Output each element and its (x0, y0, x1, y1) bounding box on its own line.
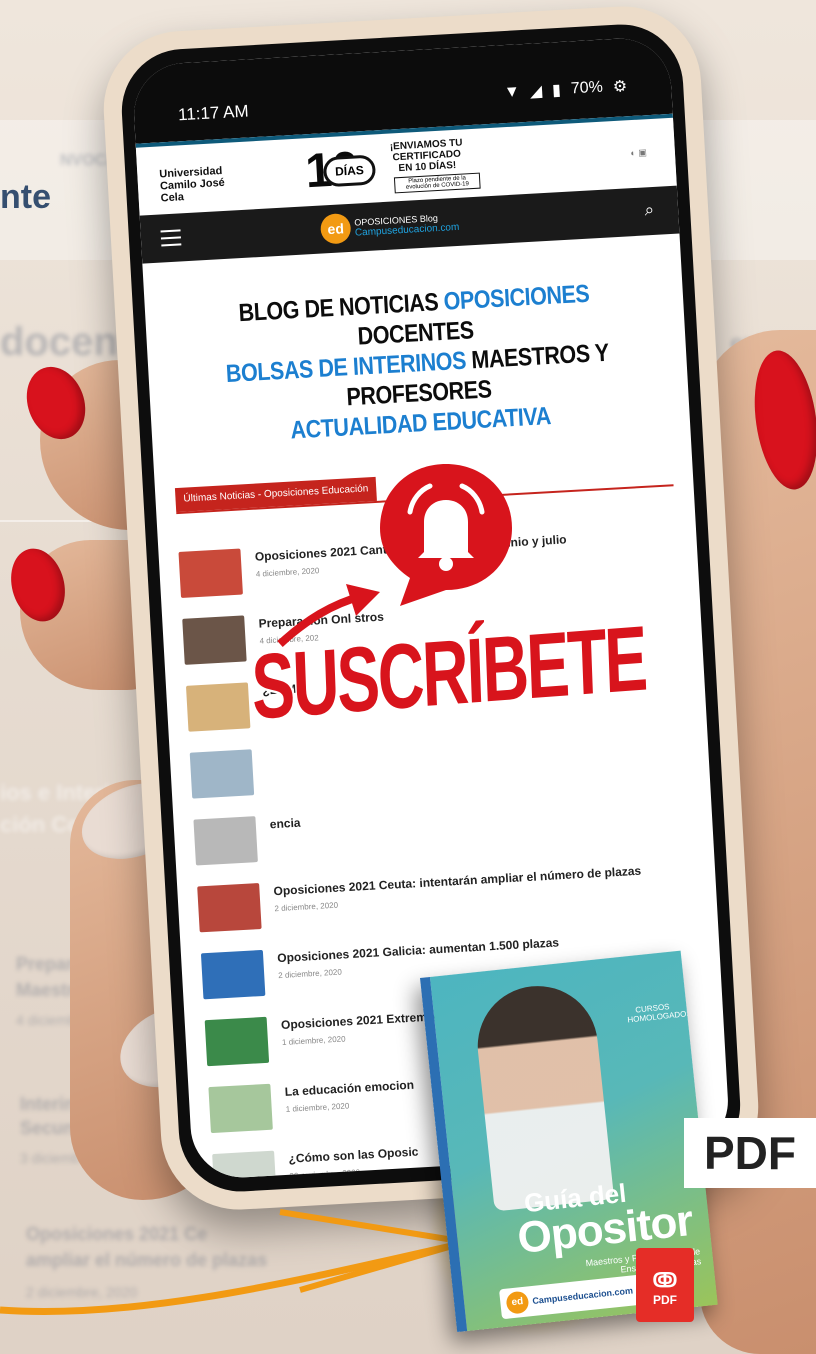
battery-level: 70% (570, 78, 604, 98)
background-text: Interin (20, 1094, 76, 1114)
post-title[interactable]: ¿Cómo son las Oposic (288, 1145, 419, 1166)
site-logo[interactable]: ed OPOSICIONES Blog Campuseducacion.com (319, 204, 460, 248)
menu-icon[interactable] (160, 229, 182, 247)
ced-logo-icon: ed (319, 212, 352, 245)
pdf-label: PDF (684, 1118, 816, 1188)
post-date: 2 diciembre, 2020 (278, 967, 343, 981)
post-thumbnail[interactable] (197, 883, 262, 933)
search-icon[interactable]: ⌕ (644, 200, 655, 221)
banner-note: Plazo pendiente de la evolución de COVID… (393, 172, 481, 194)
blog-headline: BLOG DE NOTICIAS OPOSICIONES DOCENTES BO… (199, 277, 635, 451)
acrobat-icon: ↂ (652, 1270, 678, 1292)
university-logo: Universidad Camilo José Cela (159, 164, 226, 205)
post-thumbnail[interactable] (212, 1150, 277, 1181)
post-thumbnail[interactable] (200, 949, 266, 1000)
section-label: Últimas Noticias - Oposiciones Educación (174, 476, 378, 513)
notification-bell-icon[interactable] (376, 460, 516, 610)
post-thumbnail[interactable] (193, 816, 258, 866)
dias-badge: DÍAS (322, 154, 377, 188)
pdf-icon-label: PDF (653, 1293, 677, 1307)
post-date: 2 diciembre, 2020 (274, 900, 339, 914)
status-time: 11:17 AM (177, 101, 250, 125)
post-date: 30 noviembre, 2020 (289, 1167, 361, 1181)
post-thumbnail[interactable] (204, 1016, 270, 1067)
post-date: 4 diciembre, 2020 (255, 566, 320, 579)
ced-logo-icon: ed (505, 1290, 530, 1315)
post-thumbnail[interactable] (189, 749, 255, 799)
headline-part: OPOSICIONES (442, 279, 591, 316)
post-date: 1 diciembre, 2020 (281, 1034, 346, 1047)
cover-photo (471, 980, 615, 1212)
battery-icon: ▮ (551, 81, 562, 100)
post-thumbnail[interactable] (182, 615, 247, 665)
gear-icon[interactable]: ⚙ (612, 76, 627, 97)
background-text: 3 diciemb (20, 1150, 80, 1166)
background-text: nte (0, 178, 51, 216)
orange-arrow-icon (0, 1209, 467, 1316)
partner-logos: ◐ ▣ (630, 147, 648, 159)
post-title[interactable]: La educación emocion (284, 1078, 414, 1099)
signal-icon: ◢ (529, 83, 543, 101)
wifi-icon: ▼ (503, 83, 521, 102)
post-thumbnail[interactable] (185, 682, 251, 732)
post-title[interactable]: encia (269, 816, 300, 832)
banner-headline: ¡ENVIAMOS TU CERTIFICADO EN 10 DÍAS! (389, 137, 463, 175)
post-thumbnail[interactable] (208, 1083, 273, 1134)
cover-stamp: CURSOS HOMOLOGADOS (627, 1002, 693, 1025)
background-text: docent (0, 320, 132, 364)
pdf-file-icon[interactable]: ↂ PDF (636, 1248, 694, 1322)
post-date: 1 diciembre, 2020 (285, 1101, 350, 1114)
background-text: Secun (20, 1118, 75, 1138)
status-icons: ▼ ◢ ▮ 70% ⚙ (503, 76, 628, 103)
post-thumbnail[interactable] (178, 548, 243, 598)
book-brand: ed Campuseducacion.com (498, 1273, 652, 1320)
book-brand-name: Campuseducacion.com (531, 1285, 634, 1306)
